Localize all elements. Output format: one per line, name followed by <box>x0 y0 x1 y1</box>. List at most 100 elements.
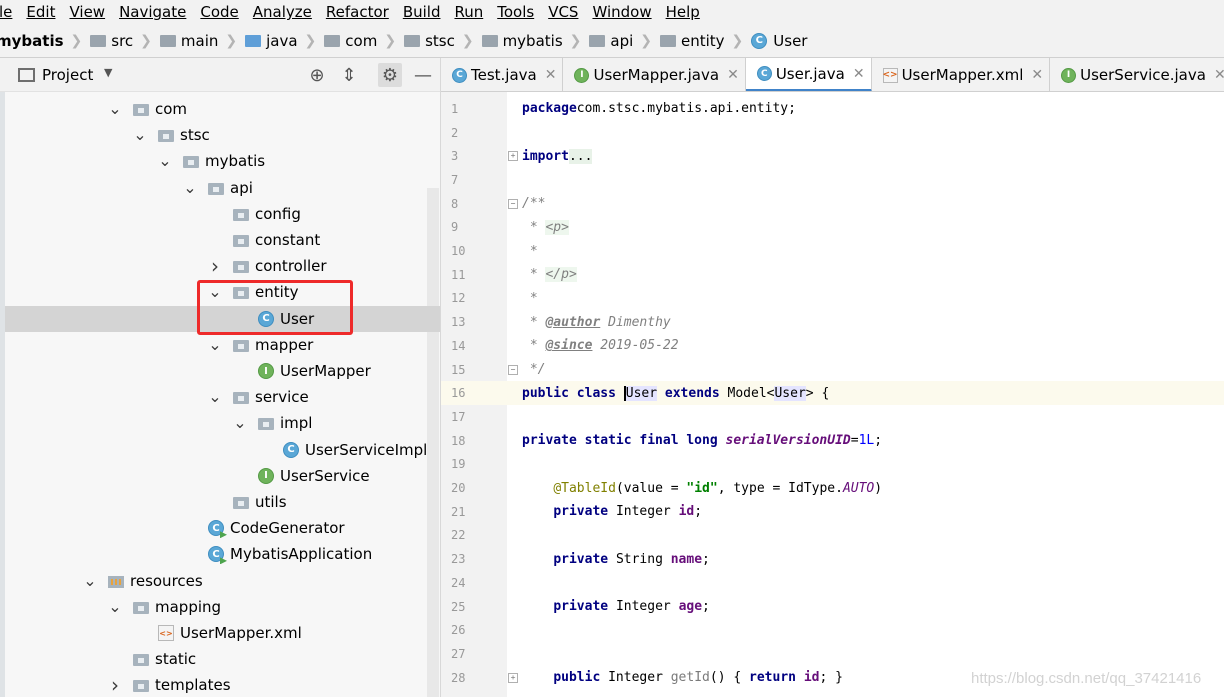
code-line[interactable]: 20 @TableId(value = "id", type = IdType.… <box>441 476 1224 500</box>
code-editor[interactable]: 1 packagecom.stsc.mybatis.api.entity; 2 3 + i… <box>441 92 1224 697</box>
tree-item-controller[interactable]: › controller <box>5 253 440 279</box>
breadcrumb-item[interactable]: entity ❯ <box>656 24 747 57</box>
fold-expand-icon[interactable]: + <box>508 672 518 683</box>
code-line[interactable]: 15 − */ <box>441 358 1224 382</box>
chevron-down-icon[interactable]: ⌄ <box>83 572 97 588</box>
tree-item-resources[interactable]: ⌄ resources <box>5 568 440 594</box>
project-panel-title[interactable]: Project <box>42 66 93 84</box>
tree-item-stsc[interactable]: ⌄ stsc <box>5 122 440 148</box>
menu-le[interactable]: le <box>0 0 19 24</box>
code-line[interactable]: 18 private static final long serialVersio… <box>441 429 1224 453</box>
close-icon[interactable]: ✕ <box>545 67 557 83</box>
tree-item-config[interactable]: config <box>5 201 440 227</box>
code-line[interactable]: 3 + import... <box>441 144 1224 168</box>
code-line[interactable]: 12 * <box>441 287 1224 311</box>
code-line[interactable]: 9 * <p> <box>441 216 1224 240</box>
code-line[interactable]: 16 public class User extends Model<User> … <box>441 381 1224 406</box>
tab-usermapper-xml[interactable]: <> UserMapper.xml ✕ <box>872 58 1051 91</box>
fold-expand-icon[interactable]: + <box>508 151 518 162</box>
chevron-right-icon[interactable]: › <box>208 254 222 278</box>
menu-vcs[interactable]: VCS <box>541 0 585 24</box>
tree-item-mybatis[interactable]: ⌄ mybatis <box>5 148 440 174</box>
code-line[interactable]: 25 private Integer age; <box>441 595 1224 619</box>
tree-item-usermapper[interactable]: I UserMapper <box>5 358 440 384</box>
tree-item-mapper[interactable]: ⌄ mapper <box>5 332 440 358</box>
chevron-right-icon[interactable]: › <box>108 673 122 697</box>
code-line[interactable]: 7 <box>441 168 1224 192</box>
close-icon[interactable]: ✕ <box>1214 67 1224 83</box>
breadcrumb-item[interactable]: src ❯ <box>86 24 156 57</box>
code-line[interactable]: 11 * </p> <box>441 263 1224 287</box>
collapse-all-icon[interactable]: ⇕ <box>337 63 361 87</box>
tree-item-com[interactable]: ⌄ com <box>5 96 440 122</box>
close-icon[interactable]: ✕ <box>1031 67 1043 83</box>
tree-item-entity[interactable]: ⌄ entity <box>5 279 440 305</box>
code-line[interactable]: 8 −/** <box>441 192 1224 216</box>
menu-view[interactable]: View <box>62 0 112 24</box>
code-line[interactable]: 23 private String name; <box>441 547 1224 571</box>
tree-item-impl[interactable]: ⌄ impl <box>5 410 440 436</box>
fold-collapse-icon[interactable]: − <box>508 198 518 209</box>
chevron-down-icon[interactable]: ⌄ <box>208 389 222 405</box>
breadcrumb-item[interactable]: C User <box>747 24 811 57</box>
code-line[interactable]: 27 <box>441 642 1224 666</box>
breadcrumb-item[interactable]: mybatis ❯ <box>478 24 586 57</box>
code-line[interactable]: 14 * @since 2019-05-22 <box>441 334 1224 358</box>
code-line[interactable]: 2 <box>441 121 1224 145</box>
tree-item-api[interactable]: ⌄ api <box>5 175 440 201</box>
tree-item-mybatisapplication[interactable]: C MybatisApplication <box>5 541 440 567</box>
chevron-down-icon[interactable]: ⌄ <box>133 127 147 143</box>
menu-build[interactable]: Build <box>396 0 448 24</box>
tree-item-userserviceimpl[interactable]: C UserServiceImpl <box>5 437 440 463</box>
breadcrumb-item[interactable]: mybatis ❯ <box>0 24 86 57</box>
code-line[interactable]: 21 private Integer id; <box>441 500 1224 524</box>
tree-item-service[interactable]: ⌄ service <box>5 384 440 410</box>
code-line[interactable]: 19 <box>441 453 1224 477</box>
menu-navigate[interactable]: Navigate <box>112 0 193 24</box>
code-line[interactable]: 17 <box>441 405 1224 429</box>
breadcrumb-item[interactable]: main ❯ <box>156 24 241 57</box>
tree-item-codegenerator[interactable]: C CodeGenerator <box>5 515 440 541</box>
code-line[interactable]: 10 * <box>441 239 1224 263</box>
tree-item-static[interactable]: static <box>5 646 440 672</box>
code-line[interactable]: 13 * @author Dimenthy <box>441 310 1224 334</box>
chevron-down-icon[interactable]: ⌄ <box>108 598 122 614</box>
tool-window-icon[interactable] <box>18 68 35 82</box>
menu-edit[interactable]: Edit <box>19 0 62 24</box>
code-line[interactable]: 1 packagecom.stsc.mybatis.api.entity; <box>441 97 1224 121</box>
breadcrumb-item[interactable]: java ❯ <box>241 24 320 57</box>
chevron-down-icon[interactable]: ▼ <box>104 66 112 79</box>
menu-window[interactable]: Window <box>585 0 658 24</box>
chevron-down-icon[interactable]: ⌄ <box>208 284 222 300</box>
breadcrumb-item[interactable]: stsc ❯ <box>400 24 478 57</box>
tree-item-constant[interactable]: constant <box>5 227 440 253</box>
breadcrumb-item[interactable]: com ❯ <box>320 24 400 57</box>
menu-analyze[interactable]: Analyze <box>246 0 319 24</box>
chevron-down-icon[interactable]: ⌄ <box>183 179 197 195</box>
tab-usermapper-java[interactable]: I UserMapper.java ✕ <box>563 58 746 91</box>
tree-item-utils[interactable]: utils <box>5 489 440 515</box>
chevron-down-icon[interactable]: ⌄ <box>108 101 122 117</box>
code-line[interactable]: 26 <box>441 618 1224 642</box>
code-line[interactable]: 24 <box>441 571 1224 595</box>
tab-user-java[interactable]: C User.java ✕ <box>745 58 872 91</box>
breadcrumb-item[interactable]: api ❯ <box>585 24 656 57</box>
minimize-icon[interactable]: — <box>411 63 435 87</box>
menu-run[interactable]: Run <box>447 0 490 24</box>
tree-item-mapping[interactable]: ⌄ mapping <box>5 594 440 620</box>
tab-userservice-java[interactable]: IUserService.java ✕ <box>1050 58 1224 91</box>
menu-help[interactable]: Help <box>659 0 707 24</box>
fold-collapse-icon[interactable]: − <box>508 364 518 375</box>
locate-icon[interactable]: ⊕ <box>305 63 329 87</box>
gear-icon[interactable]: ⚙ <box>378 63 402 87</box>
chevron-down-icon[interactable]: ⌄ <box>208 336 222 352</box>
close-icon[interactable]: ✕ <box>727 67 739 83</box>
menu-refactor[interactable]: Refactor <box>319 0 396 24</box>
tree-item-usermapper-xml[interactable]: <> UserMapper.xml <box>5 620 440 646</box>
menu-code[interactable]: Code <box>193 0 245 24</box>
code-line[interactable]: 22 <box>441 524 1224 548</box>
close-icon[interactable]: ✕ <box>853 66 865 82</box>
tree-item-templates[interactable]: › templates <box>5 672 440 697</box>
tab-test-java[interactable]: C Test.java ✕ <box>441 58 564 91</box>
chevron-down-icon[interactable]: ⌄ <box>233 415 247 431</box>
